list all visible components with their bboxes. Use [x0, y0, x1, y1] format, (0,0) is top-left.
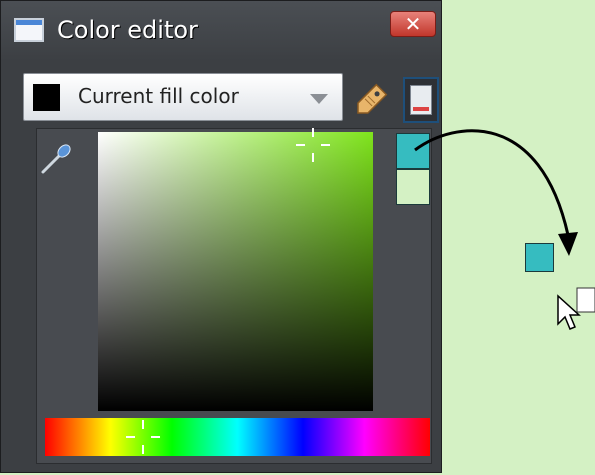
dragged-color-swatch — [525, 243, 554, 272]
mouse-pointer-icon — [557, 287, 595, 330]
drag-arrow — [414, 129, 578, 256]
